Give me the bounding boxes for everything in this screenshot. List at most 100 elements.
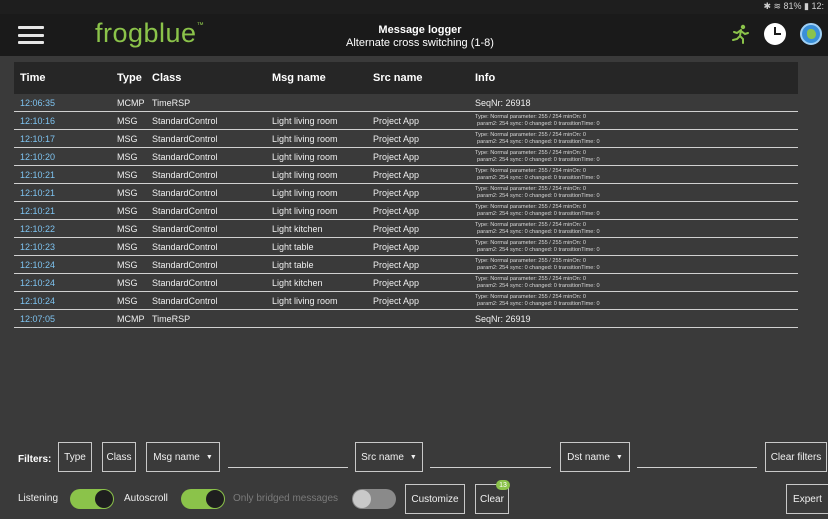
only-bridged-label: Only bridged messages (233, 493, 339, 504)
listening-toggle[interactable] (70, 489, 114, 509)
listening-toggle-knob (95, 490, 113, 508)
row-type: MSG (117, 151, 138, 162)
customize-button[interactable]: Customize (405, 484, 465, 514)
system-status-icons: ✱ ≋ 81% ▮ 12: (763, 1, 824, 11)
dst-name-filter-input[interactable] (637, 467, 757, 468)
row-class: StandardControl (152, 241, 218, 252)
row-msg-name: Light living room (272, 295, 338, 306)
row-class: StandardControl (152, 259, 218, 270)
row-msg-name: Light table (272, 259, 314, 270)
row-type: MSG (117, 295, 138, 306)
column-header-class[interactable]: Class (152, 72, 272, 84)
row-info-line2: param2: 254 sync: 0 changed: 0 transitio… (477, 264, 600, 271)
expert-button[interactable]: Expert (786, 484, 828, 514)
app-header: frogblue™ Message logger Alternate cross… (0, 14, 828, 56)
src-name-filter-input[interactable] (430, 467, 551, 468)
row-msg-name: Light kitchen (272, 223, 323, 234)
menu-icon[interactable] (18, 26, 44, 44)
src-name-dropdown-label: Src name (361, 451, 404, 463)
row-class: TimeRSP (152, 97, 191, 108)
row-class: StandardControl (152, 115, 218, 126)
table-row[interactable]: 12:10:24 MSG StandardControl Light table Pro… (14, 256, 798, 274)
row-src-name: Project App (373, 115, 420, 126)
page-title-block: Message logger Alternate cross switching… (300, 24, 540, 50)
column-header-info[interactable]: Info (475, 72, 798, 84)
row-type: MSG (117, 187, 138, 198)
page-subtitle: Alternate cross switching (1-8) (346, 37, 494, 49)
row-info: Type: Normal parameter: 255 / 254 minOn:… (475, 222, 798, 234)
row-type: MCMP (117, 313, 145, 324)
row-info: Type: Normal parameter: 255 / 255 minOn:… (475, 240, 798, 252)
row-time: 12:10:23 (20, 241, 56, 252)
row-class: StandardControl (152, 187, 218, 198)
table-row[interactable]: 12:10:24 MSG StandardControl Light kitchen P… (14, 274, 798, 292)
row-info-line2: param2: 254 sync: 0 changed: 0 transitio… (477, 138, 600, 145)
row-type: MSG (117, 133, 138, 144)
row-src-name: Project App (373, 169, 420, 180)
row-class: StandardControl (152, 223, 218, 234)
type-filter-button[interactable]: Type (58, 442, 92, 472)
src-name-dropdown[interactable]: Src name (355, 442, 423, 472)
table-row[interactable]: 12:10:22 MSG StandardControl Light kitchen P… (14, 220, 798, 238)
column-header-src-name[interactable]: Src name (373, 72, 475, 84)
row-time: 12:10:21 (20, 187, 56, 198)
row-info: Type: Normal parameter: 255 / 254 minOn:… (475, 204, 798, 216)
class-filter-button[interactable]: Class (102, 442, 136, 472)
row-info-line2: param2: 254 sync: 0 changed: 0 transitio… (477, 120, 600, 127)
listening-label: Listening (18, 493, 59, 504)
row-info: Type: Normal parameter: 255 / 254 minOn:… (475, 168, 798, 180)
only-bridged-toggle[interactable] (352, 489, 396, 509)
column-header-msg-name[interactable]: Msg name (272, 72, 373, 84)
table-row[interactable]: 12:10:21 MSG StandardControl Light living r… (14, 166, 798, 184)
system-status-bar: ✱ ≋ 81% ▮ 12: (0, 0, 828, 14)
msg-name-dropdown[interactable]: Msg name (146, 442, 220, 472)
table-body: 12:06:35 MCMP TimeRSP SeqNr: 26918 12:10:16 M… (14, 94, 798, 328)
row-time: 12:10:21 (20, 169, 56, 180)
clock-icon[interactable] (764, 23, 786, 45)
row-info-line2: param2: 254 sync: 0 changed: 0 transitio… (477, 192, 600, 199)
table-row[interactable]: 12:10:17 MSG StandardControl Light living r… (14, 130, 798, 148)
row-time: 12:10:24 (20, 277, 56, 288)
row-info: Type: Normal parameter: 255 / 254 minOn:… (475, 150, 798, 162)
filter-bar: Filters: Type Class Msg name Src name Ds… (0, 442, 828, 476)
autoscroll-toggle-knob (206, 490, 224, 508)
row-type: MCMP (117, 97, 145, 108)
row-info: Type: Normal parameter: 255 / 254 minOn:… (475, 186, 798, 198)
table-row[interactable]: 12:06:35 MCMP TimeRSP SeqNr: 26918 (14, 94, 798, 112)
row-info: SeqNr: 26919 (475, 313, 531, 324)
column-header-type[interactable]: Type (117, 72, 152, 84)
row-class: StandardControl (152, 205, 218, 216)
table-row[interactable]: 12:10:23 MSG StandardControl Light table Pro… (14, 238, 798, 256)
table-row[interactable]: 12:10:16 MSG StandardControl Light living r… (14, 112, 798, 130)
row-info-line2: param2: 254 sync: 0 changed: 0 transitio… (477, 174, 600, 181)
table-row[interactable]: 12:10:21 MSG StandardControl Light living r… (14, 202, 798, 220)
row-class: StandardControl (152, 133, 218, 144)
autoscroll-label: Autoscroll (124, 493, 168, 504)
row-info-line2: param2: 254 sync: 0 changed: 0 transitio… (477, 156, 600, 163)
row-msg-name: Light living room (272, 169, 338, 180)
table-row[interactable]: 12:10:21 MSG StandardControl Light living r… (14, 184, 798, 202)
row-msg-name: Light living room (272, 151, 338, 162)
table-row[interactable]: 12:10:24 MSG StandardControl Light living r… (14, 292, 798, 310)
row-time: 12:10:20 (20, 151, 56, 162)
column-header-time[interactable]: Time (14, 72, 117, 84)
row-info-line2: param2: 254 sync: 0 changed: 0 transitio… (477, 228, 600, 235)
bottom-controls: Listening Autoscroll Only bridged messag… (0, 480, 828, 516)
msg-name-filter-input[interactable] (228, 467, 348, 468)
table-row[interactable]: 12:10:20 MSG StandardControl Light living r… (14, 148, 798, 166)
row-type: MSG (117, 241, 138, 252)
row-class: StandardControl (152, 169, 218, 180)
globe-icon[interactable] (800, 23, 822, 45)
row-src-name: Project App (373, 241, 420, 252)
autoscroll-toggle[interactable] (181, 489, 225, 509)
running-person-icon[interactable] (730, 24, 750, 44)
row-class: StandardControl (152, 277, 218, 288)
row-msg-name: Light kitchen (272, 277, 323, 288)
table-row[interactable]: 12:07:05 MCMP TimeRSP SeqNr: 26919 (14, 310, 798, 328)
clear-filters-button[interactable]: Clear filters (765, 442, 827, 472)
dst-name-dropdown[interactable]: Dst name (560, 442, 630, 472)
row-msg-name: Light table (272, 241, 314, 252)
row-info-line2: param2: 254 sync: 0 changed: 0 transitio… (477, 300, 600, 307)
filters-label: Filters: (18, 454, 52, 465)
only-bridged-toggle-knob (353, 490, 371, 508)
